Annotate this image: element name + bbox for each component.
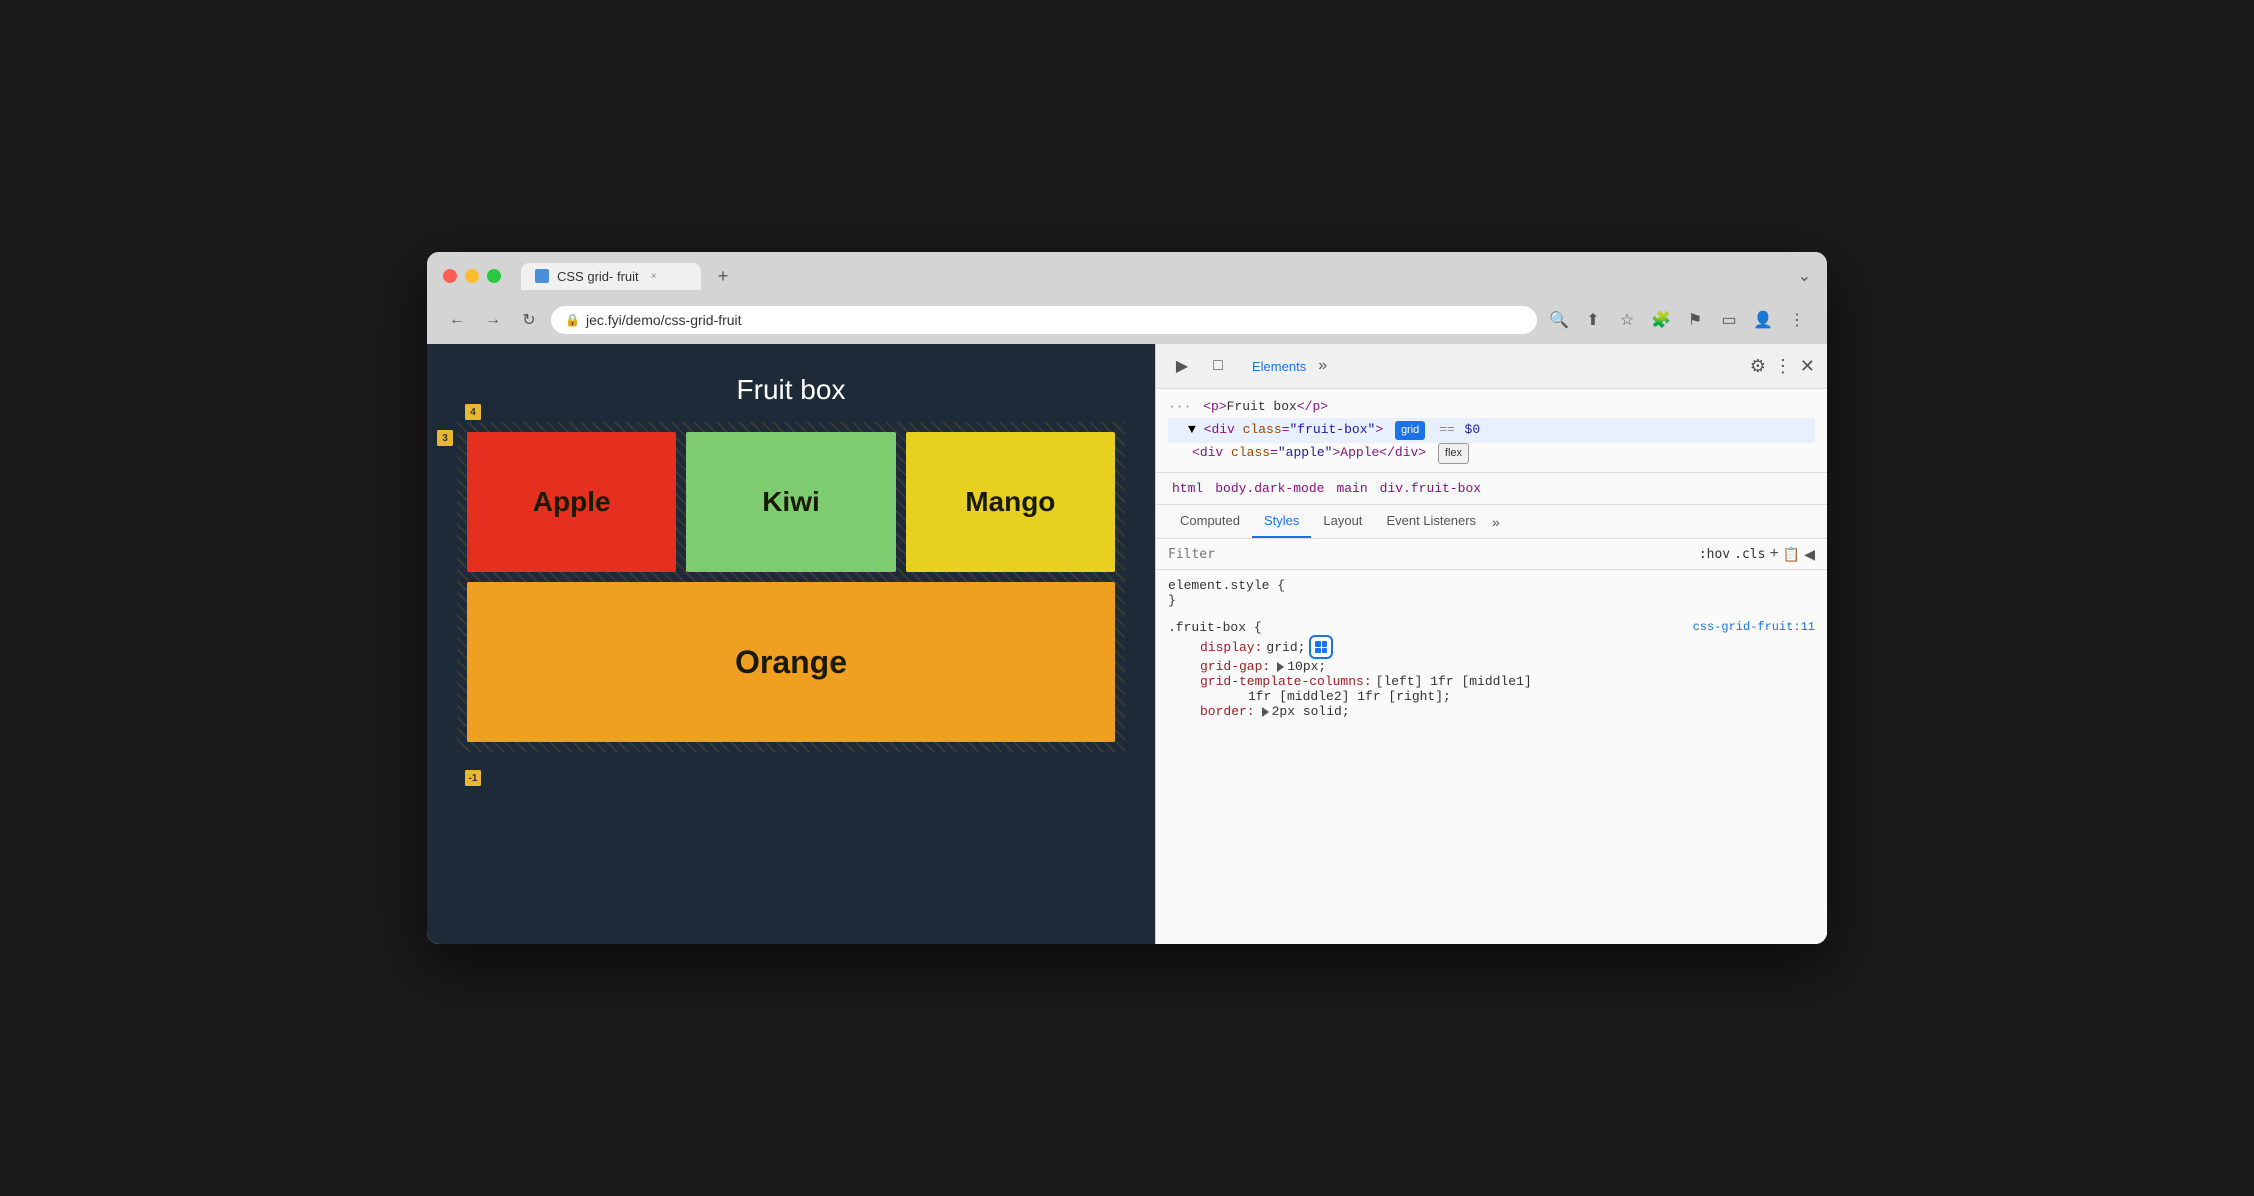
css-prop-border: border: 2px solid; — [1168, 704, 1815, 719]
more-button[interactable]: ⋮ — [1783, 306, 1811, 334]
element-style-block: element.style { } — [1168, 578, 1815, 608]
fruit-box-container: Fruit box 1 2 3 4 1 2 3 — [457, 374, 1125, 914]
breadcrumb-bar: html body.dark-mode main div.fruit-box — [1156, 473, 1827, 505]
copy-style-button[interactable]: 📋 — [1783, 546, 1800, 563]
warning-button[interactable]: ⚑ — [1681, 306, 1709, 334]
tab-layout[interactable]: Layout — [1311, 505, 1374, 538]
css-prop-display: display: grid; — [1168, 635, 1815, 659]
ellipsis-icon: ··· — [1168, 399, 1191, 414]
new-tab-button[interactable]: + — [709, 262, 737, 290]
mango-cell: Mango — [906, 432, 1115, 572]
devtools-more-tabs-button[interactable]: » — [1318, 357, 1327, 375]
forward-button[interactable]: → — [479, 306, 507, 334]
rule-source[interactable]: css-grid-fruit:11 — [1693, 620, 1815, 635]
zoom-button[interactable]: 🔍 — [1545, 306, 1573, 334]
grid-num-top-4: 4 — [465, 404, 481, 420]
grid-display-icon[interactable] — [1309, 635, 1333, 659]
filter-bar: :hov .cls + 📋 ◀ — [1156, 539, 1827, 570]
element-style-close: } — [1168, 593, 1815, 608]
devtools-toolbar: ▶ □ Elements » ⚙ ⋮ ✕ — [1156, 344, 1827, 389]
address-bar: ← → ↻ 🔒 jec.fyi/demo/css-grid-fruit 🔍 ⬆ … — [427, 300, 1827, 344]
breadcrumb-main[interactable]: main — [1332, 479, 1371, 498]
orange-cell: Orange — [467, 582, 1115, 742]
border-triangle — [1262, 707, 1269, 717]
address-text: jec.fyi/demo/css-grid-fruit — [586, 312, 1523, 328]
devtools-panel: ▶ □ Elements » ⚙ ⋮ ✕ ··· <p>Fruit box</p… — [1155, 344, 1827, 944]
devtools-kebab-button[interactable]: ⋮ — [1774, 356, 1792, 377]
minimize-window-button[interactable] — [465, 269, 479, 283]
desktop-button[interactable]: ▭ — [1715, 306, 1743, 334]
fruit-box-title: Fruit box — [457, 374, 1125, 406]
tab-elements[interactable]: Elements — [1240, 355, 1318, 378]
html-line-2[interactable]: ▼ <div class="fruit-box"> grid == $0 — [1168, 418, 1815, 443]
tab-close-button[interactable]: × — [647, 269, 661, 283]
grid-badge-label[interactable]: grid — [1395, 421, 1425, 441]
devtools-close-button[interactable]: ✕ — [1800, 356, 1815, 377]
webpage-area: Fruit box 1 2 3 4 1 2 3 — [427, 344, 1155, 944]
device-toggle-button[interactable]: □ — [1204, 352, 1232, 380]
filter-input[interactable] — [1168, 547, 1691, 562]
tab-favicon-icon — [535, 269, 549, 283]
filter-actions: :hov .cls + 📋 ◀ — [1699, 545, 1815, 563]
html-tree: ··· <p>Fruit box</p> ▼ <div class="fruit… — [1156, 389, 1827, 473]
close-window-button[interactable] — [443, 269, 457, 283]
address-input[interactable]: 🔒 jec.fyi/demo/css-grid-fruit — [551, 306, 1537, 334]
browser-window: CSS grid- fruit × + ⌄ ← → ↻ 🔒 jec.fyi/de… — [427, 252, 1827, 944]
tab-styles[interactable]: Styles — [1252, 505, 1311, 538]
apple-cell: Apple — [467, 432, 676, 572]
style-tabs-more-button[interactable]: » — [1488, 506, 1504, 538]
maximize-window-button[interactable] — [487, 269, 501, 283]
refresh-button[interactable]: ↻ — [515, 306, 543, 334]
bookmark-button[interactable]: ☆ — [1613, 306, 1641, 334]
breadcrumb-div-fruitbox[interactable]: div.fruit-box — [1376, 479, 1485, 498]
element-style-selector: element.style { — [1168, 578, 1815, 593]
rule-header: .fruit-box { css-grid-fruit:11 — [1168, 620, 1815, 635]
style-tabs: Computed Styles Layout Event Listeners » — [1156, 505, 1827, 539]
tab-menu-button[interactable]: ⌄ — [1798, 266, 1811, 286]
lock-icon: 🔒 — [565, 313, 580, 327]
grid-gap-triangle — [1277, 662, 1284, 672]
devtools-settings-button[interactable]: ⚙ — [1750, 356, 1766, 377]
css-prop-grid-gap: grid-gap: 10px; — [1168, 659, 1815, 674]
element-picker-button[interactable]: ▶ — [1168, 352, 1196, 380]
grid-num-bot-1: -1 — [465, 770, 481, 786]
breadcrumb-body[interactable]: body.dark-mode — [1211, 479, 1328, 498]
tab-event-listeners[interactable]: Event Listeners — [1374, 505, 1488, 538]
profile-button[interactable]: 👤 — [1749, 306, 1777, 334]
active-tab[interactable]: CSS grid- fruit × — [521, 263, 701, 290]
kiwi-cell: Kiwi — [686, 432, 895, 572]
grid-border-wrapper: 1 2 3 4 1 2 3 Apple Kiwi Mango — [457, 422, 1125, 752]
share-button[interactable]: ⬆ — [1579, 306, 1607, 334]
flex-badge-label[interactable]: flex — [1438, 443, 1469, 465]
back-button[interactable]: ← — [443, 306, 471, 334]
window-controls — [443, 269, 501, 283]
html-line-1: ··· <p>Fruit box</p> — [1168, 397, 1815, 418]
address-actions: 🔍 ⬆ ☆ 🧩 ⚑ ▭ 👤 ⋮ — [1545, 306, 1811, 334]
breadcrumb-html[interactable]: html — [1168, 479, 1207, 498]
browser-content: Fruit box 1 2 3 4 1 2 3 — [427, 344, 1827, 944]
tab-bar: CSS grid- fruit × + ⌄ — [521, 262, 1811, 290]
tab-computed[interactable]: Computed — [1168, 505, 1252, 538]
tab-title: CSS grid- fruit — [557, 269, 639, 284]
css-prop-grid-template-columns: grid-template-columns: [left] 1fr [middl… — [1168, 674, 1815, 689]
toggle-style-button[interactable]: ◀ — [1804, 546, 1815, 563]
devtools-tab-bar: Elements » — [1240, 355, 1742, 378]
cls-button[interactable]: .cls — [1734, 547, 1765, 562]
hov-button[interactable]: :hov — [1699, 547, 1730, 562]
fruit-grid: Apple Kiwi Mango Orange — [457, 422, 1125, 752]
grid-numbers-top: 1 2 3 4 — [457, 404, 1125, 420]
rule-selector: .fruit-box { — [1168, 620, 1262, 635]
css-prop-grid-template-columns-cont: 1fr [middle2] 1fr [right]; — [1168, 689, 1815, 704]
css-rules: element.style { } .fruit-box { css-grid-… — [1156, 570, 1827, 944]
html-line-3[interactable]: <div class="apple">Apple</div> flex — [1168, 443, 1815, 465]
fruit-box-rule-block: .fruit-box { css-grid-fruit:11 display: … — [1168, 620, 1815, 719]
add-style-button[interactable]: + — [1769, 545, 1778, 563]
extensions-button[interactable]: 🧩 — [1647, 306, 1675, 334]
title-bar: CSS grid- fruit × + ⌄ — [427, 252, 1827, 300]
grid-num-left-3: 3 — [437, 430, 453, 446]
